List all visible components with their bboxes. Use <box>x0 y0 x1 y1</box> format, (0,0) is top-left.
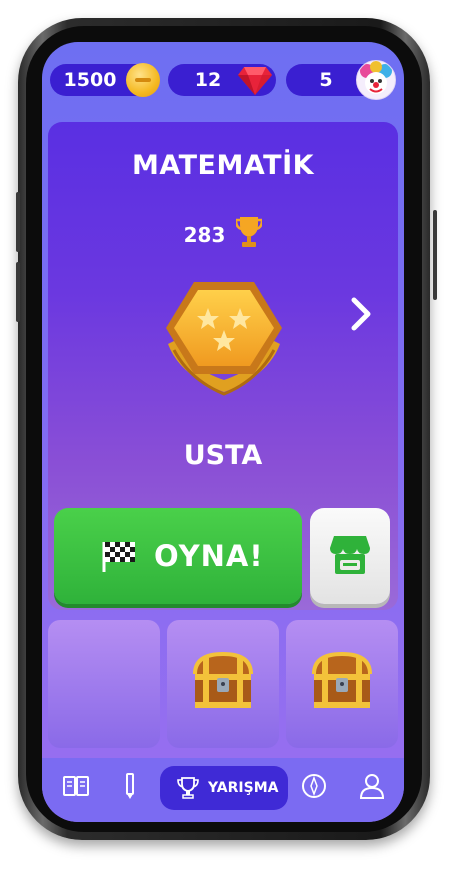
compass-icon[interactable] <box>300 772 328 800</box>
gem-icon <box>238 67 272 95</box>
coin-value: 1500 <box>63 69 117 91</box>
power-button <box>433 210 437 300</box>
trophy-icon <box>177 777 199 799</box>
currency-bar: 1500 12 5 <box>42 60 404 100</box>
gem-value: 12 <box>194 69 222 91</box>
treasure-chest-icon <box>193 651 253 708</box>
coin-counter[interactable]: 1500 <box>50 63 160 97</box>
ticket-value: 5 <box>319 69 333 91</box>
nav-active-label: YARIŞMA <box>208 780 279 796</box>
nav-tab-competition[interactable]: YARIŞMA <box>160 766 288 810</box>
bottom-nav: YARIŞMA <box>42 758 404 822</box>
chest-slot[interactable] <box>286 620 398 748</box>
avatar[interactable] <box>356 60 396 100</box>
score-row: 283 <box>48 217 398 252</box>
profile-icon[interactable] <box>358 772 386 800</box>
shop-button[interactable] <box>310 508 390 604</box>
rank-medal-icon <box>166 282 282 396</box>
volume-button <box>16 192 20 252</box>
volume-button <box>16 262 20 322</box>
app-screen: 1500 12 5 MATEMATİK 283 USTA OYNA! YARIŞ… <box>42 42 404 822</box>
score-value: 283 <box>183 223 226 247</box>
book-icon[interactable] <box>62 772 90 800</box>
store-icon <box>330 536 370 574</box>
checkered-flag-icon <box>102 542 135 572</box>
next-arrow-icon[interactable] <box>346 294 376 334</box>
pencil-icon[interactable] <box>116 772 144 800</box>
subject-title: MATEMATİK <box>131 150 315 181</box>
chest-slot-empty[interactable] <box>48 620 160 748</box>
trophy-icon <box>236 217 263 247</box>
treasure-chest-icon <box>312 651 372 708</box>
coin-icon <box>126 63 160 97</box>
rank-title: USTA <box>183 440 263 471</box>
clown-avatar-icon <box>360 61 392 94</box>
chest-slot[interactable] <box>167 620 279 748</box>
ticket-counter[interactable]: 5 <box>286 60 396 100</box>
subject-card: MATEMATİK 283 USTA OYNA! <box>48 122 398 610</box>
play-label: OYNA! <box>154 539 264 573</box>
play-button[interactable]: OYNA! <box>54 508 302 604</box>
gem-counter[interactable]: 12 <box>168 64 276 96</box>
